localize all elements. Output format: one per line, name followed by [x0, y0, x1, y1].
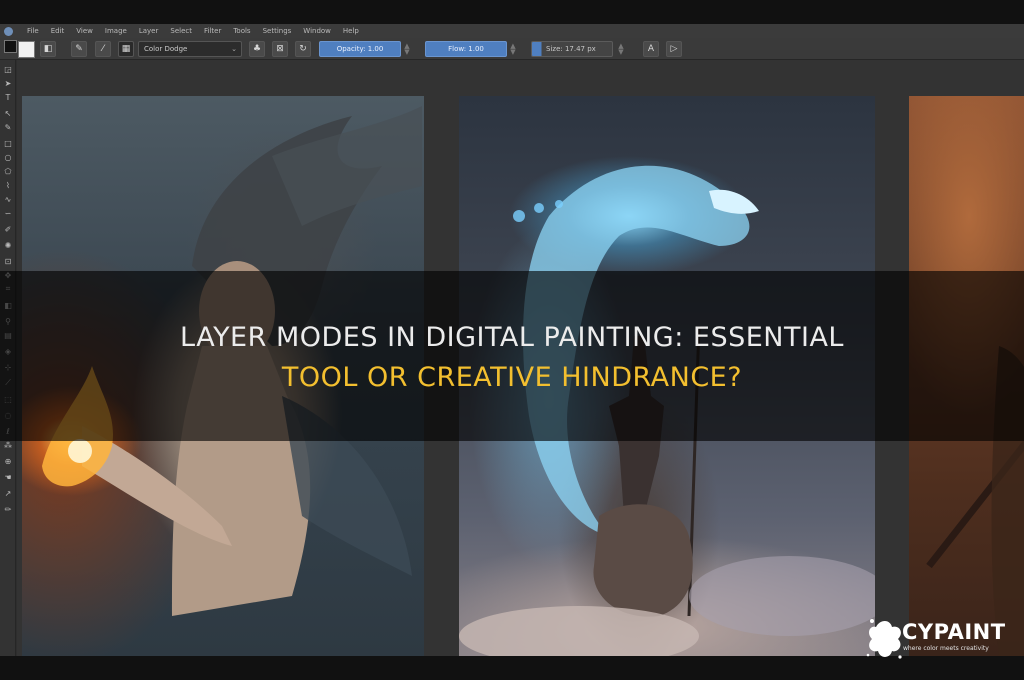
cypaint-logo: CYPAINT where color meets creativity — [866, 617, 1016, 661]
brush-tool-icon: ✎ — [75, 44, 83, 54]
article-headline: LAYER MODES IN DIGITAL PAINTING: ESSENTI… — [0, 318, 1024, 398]
bezier-icon: ∿ — [4, 194, 12, 204]
magic-wand-tool[interactable]: ⁂ — [3, 440, 13, 450]
flow-slider[interactable]: Flow: 1.00 — [425, 41, 507, 57]
polyline-icon: ⌇ — [6, 180, 10, 190]
reset-icon: ♣ — [252, 44, 262, 54]
flow-spinner[interactable]: ▲ ▼ — [509, 41, 517, 57]
opacity-spinner[interactable]: ▲ ▼ — [403, 41, 411, 57]
freehand-path-tool[interactable]: ∽ — [3, 208, 13, 218]
node-icon: ↖ — [4, 108, 12, 118]
menu-filter[interactable]: Filter — [198, 27, 227, 35]
hand-icon: ☚ — [4, 472, 12, 482]
mirror-h-icon: A — [647, 44, 655, 54]
menu-file[interactable]: File — [21, 27, 45, 35]
paint-select-icon: ✏ — [4, 504, 12, 514]
pointer-icon: ➤ — [4, 78, 12, 88]
background-color-swatch[interactable] — [18, 41, 47, 58]
ellipse-icon: ○ — [4, 152, 12, 162]
edit-shapes-tool[interactable]: ↖ — [3, 108, 13, 118]
menu-edit[interactable]: Edit — [45, 27, 71, 35]
brush-preset-button[interactable]: ✎ — [71, 41, 87, 57]
size-spinner[interactable]: ▲ ▼ — [617, 41, 625, 57]
eraser-icon: ⁄ — [102, 44, 104, 54]
rectangle-icon: □ — [4, 138, 12, 148]
headline-line-1: LAYER MODES IN DIGITAL PAINTING: ESSENTI… — [180, 322, 844, 353]
ellipse-tool[interactable]: ○ — [3, 152, 13, 162]
opacity-slider[interactable]: Opacity: 1.00 — [319, 41, 401, 57]
mirror-vertical-button[interactable]: ▷ — [666, 41, 682, 57]
splat-logo-icon — [866, 619, 902, 659]
reset-brush-button[interactable]: ♣ — [249, 41, 265, 57]
top-letterbox — [0, 0, 1024, 24]
transform-icon: ⊡ — [4, 256, 12, 266]
multibrush-icon: ✺ — [4, 240, 12, 250]
move-tool[interactable]: ➤ — [3, 78, 13, 88]
polyline-tool[interactable]: ⌇ — [3, 180, 13, 190]
magic-wand-icon: ⁂ — [4, 440, 12, 450]
menu-settings[interactable]: Settings — [257, 27, 298, 35]
headline-line-2: TOOL OR CREATIVE HINDRANCE? — [281, 362, 743, 393]
brand-name: CYPAINT — [902, 620, 1006, 644]
menu-layer[interactable]: Layer — [133, 27, 165, 35]
menu-help[interactable]: Help — [337, 27, 365, 35]
chevron-down-icon: ⌄ — [231, 45, 237, 53]
zoom-tool[interactable]: ⊕ — [3, 456, 13, 466]
gradient-selector-button[interactable]: ◧ — [40, 41, 56, 57]
dynamic-brush-icon: ✐ — [4, 224, 12, 234]
blend-mode-select[interactable]: Color Dodge ⌄ — [138, 41, 242, 57]
preserve-alpha-button[interactable]: ⊠ — [272, 41, 288, 57]
dynamic-brush-tool[interactable]: ✐ — [3, 224, 13, 234]
shapes-icon: ◲ — [4, 64, 12, 74]
reload-preset-button[interactable]: ↻ — [295, 41, 311, 57]
zoom-icon: ⊕ — [4, 456, 12, 466]
mirror-horizontal-button[interactable]: A — [643, 41, 659, 57]
select-shapes-tool[interactable]: ◲ — [3, 64, 13, 74]
mirror-v-icon: ▷ — [670, 44, 678, 54]
text-tool[interactable]: T — [3, 92, 13, 102]
multibrush-tool[interactable]: ✺ — [3, 240, 13, 250]
brush-tool-icon: ✎ — [4, 122, 12, 132]
menu-tools[interactable]: Tools — [227, 27, 256, 35]
freehand-brush-tool[interactable]: ✎ — [3, 122, 13, 132]
rectangle-tool[interactable]: □ — [3, 138, 13, 148]
menu-image[interactable]: Image — [99, 27, 133, 35]
menu-view[interactable]: View — [70, 27, 99, 35]
text-icon: T — [5, 92, 11, 102]
paint-select-tool[interactable]: ✏ — [3, 504, 13, 514]
pick-layer-tool[interactable]: ↗ — [3, 488, 13, 498]
menu-bar: File Edit View Image Layer Select Filter… — [0, 24, 1024, 38]
blend-mode-value: Color Dodge — [144, 45, 188, 53]
size-slider[interactable]: Size: 17.47 px — [531, 41, 613, 57]
foreground-color-swatch[interactable] — [4, 40, 17, 53]
polygon-tool[interactable]: ⬠ — [3, 166, 13, 176]
app-logo-icon — [4, 26, 13, 36]
reload-icon: ↻ — [299, 44, 307, 54]
pan-tool[interactable]: ☚ — [3, 472, 13, 482]
gradient-icon: ◧ — [43, 44, 53, 54]
transform-tool[interactable]: ⊡ — [3, 256, 13, 266]
pick-icon: ↗ — [4, 488, 12, 498]
preserve-alpha-icon: ⊠ — [276, 44, 284, 54]
menu-select[interactable]: Select — [164, 27, 198, 35]
eraser-mode-button[interactable]: ⁄ — [95, 41, 111, 57]
pattern-button[interactable]: ▦ — [118, 41, 134, 57]
tool-options-bar: ◧ ✎ ⁄ ▦ Color Dodge ⌄ ♣ ⊠ ↻ Opacity: 1.0… — [0, 38, 1024, 60]
menu-window[interactable]: Window — [297, 27, 337, 35]
polygon-icon: ⬠ — [4, 166, 12, 176]
path-icon: ∽ — [4, 208, 12, 218]
bezier-tool[interactable]: ∿ — [3, 194, 13, 204]
pattern-icon: ▦ — [121, 44, 131, 54]
brand-tagline: where color meets creativity — [903, 645, 989, 652]
